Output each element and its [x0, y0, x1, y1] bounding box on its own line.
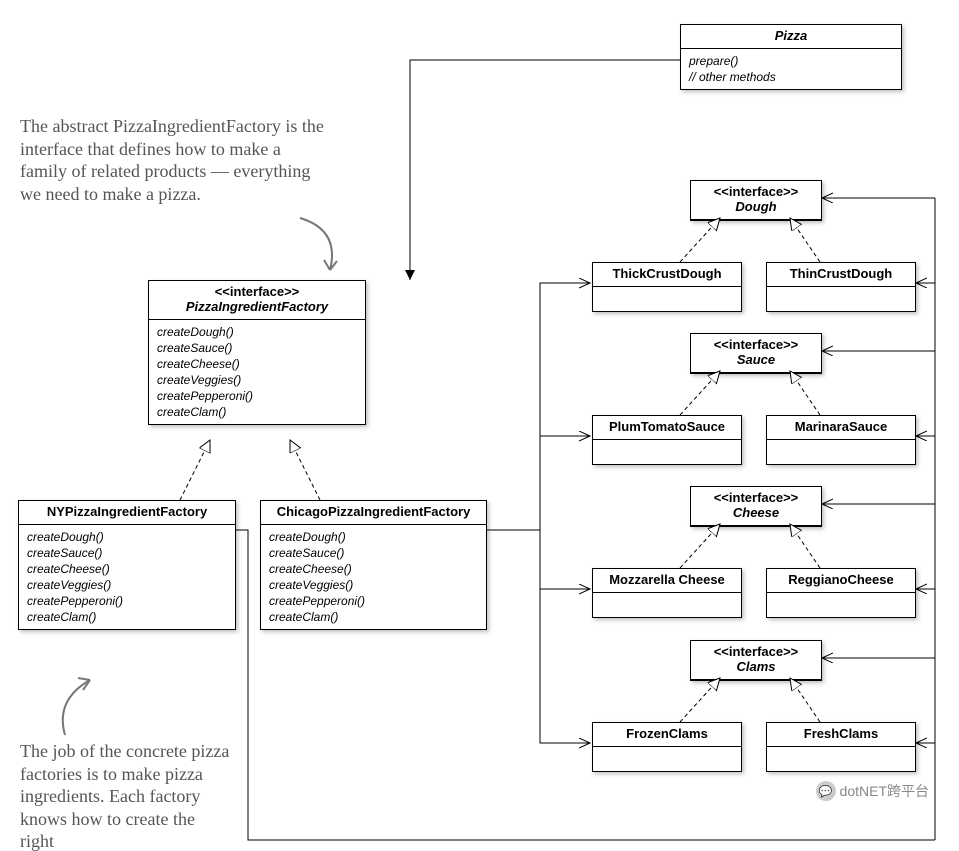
stereo: <<interface>> — [714, 337, 799, 352]
class-chi: ChicagoPizzaIngredientFactory createDoug… — [260, 500, 487, 630]
method: createDough() — [157, 324, 357, 340]
class-plum: PlumTomatoSauce — [592, 415, 742, 465]
class-ny-methods: createDough() createSauce() createCheese… — [19, 525, 235, 629]
class-pif-name: PizzaIngredientFactory — [186, 299, 328, 314]
class-pizza: Pizza prepare() // other methods — [680, 24, 902, 90]
method: createSauce() — [27, 545, 227, 561]
class-thick-name: ThickCrustDough — [612, 266, 721, 281]
class-ny: NYPizzaIngredientFactory createDough() c… — [18, 500, 236, 630]
stereo: <<interface>> — [215, 284, 300, 299]
class-froz: FrozenClams — [592, 722, 742, 772]
class-mari-name: MarinaraSauce — [795, 419, 888, 434]
class-ny-name: NYPizzaIngredientFactory — [47, 504, 207, 519]
class-thick: ThickCrustDough — [592, 262, 742, 312]
method: createCheese() — [157, 356, 357, 372]
method: createDough() — [27, 529, 227, 545]
class-pizza-name: Pizza — [775, 28, 808, 43]
class-cheese: <<interface>> Cheese — [690, 486, 822, 527]
watermark: 💬 dotNET跨平台 — [816, 781, 929, 801]
stereo: <<interface>> — [714, 490, 799, 505]
method: prepare() — [689, 53, 893, 69]
class-thin: ThinCrustDough — [766, 262, 916, 312]
method: createClam() — [269, 609, 478, 625]
class-cheese-name: Cheese — [733, 505, 779, 520]
method: createCheese() — [269, 561, 478, 577]
class-regg-name: ReggianoCheese — [788, 572, 893, 587]
diagram-canvas: The abstract PizzaIngredientFactory is t… — [0, 0, 959, 851]
class-regg: ReggianoCheese — [766, 568, 916, 618]
class-mozz-name: Mozzarella Cheese — [609, 572, 725, 587]
method: createVeggies() — [27, 577, 227, 593]
class-froz-name: FrozenClams — [626, 726, 708, 741]
class-fresh-name: FreshClams — [804, 726, 878, 741]
watermark-text: dotNET跨平台 — [840, 781, 929, 801]
class-pif: <<interface>> PizzaIngredientFactory cre… — [148, 280, 366, 425]
method: createClam() — [27, 609, 227, 625]
wechat-icon: 💬 — [816, 781, 836, 801]
class-pizza-methods: prepare() // other methods — [681, 49, 901, 89]
class-thin-name: ThinCrustDough — [790, 266, 893, 281]
class-dough-name: Dough — [735, 199, 776, 214]
class-pif-methods: createDough() createSauce() createCheese… — [149, 320, 365, 424]
class-clams-name: Clams — [736, 659, 775, 674]
method: createClam() — [157, 404, 357, 420]
class-dough: <<interface>> Dough — [690, 180, 822, 221]
class-sauce: <<interface>> Sauce — [690, 333, 822, 374]
method: createDough() — [269, 529, 478, 545]
method: createSauce() — [269, 545, 478, 561]
class-mari: MarinaraSauce — [766, 415, 916, 465]
class-clams: <<interface>> Clams — [690, 640, 822, 681]
method: createPepperoni() — [269, 593, 478, 609]
method: createCheese() — [27, 561, 227, 577]
note-abstract-factory: The abstract PizzaIngredientFactory is t… — [20, 115, 325, 205]
note-concrete-factories: The job of the concrete pizza factories … — [20, 740, 230, 851]
class-sauce-name: Sauce — [737, 352, 775, 367]
method: createPepperoni() — [27, 593, 227, 609]
stereo: <<interface>> — [714, 184, 799, 199]
class-mozz: Mozzarella Cheese — [592, 568, 742, 618]
method: createPepperoni() — [157, 388, 357, 404]
method: createVeggies() — [269, 577, 478, 593]
class-chi-name: ChicagoPizzaIngredientFactory — [277, 504, 471, 519]
method: // other methods — [689, 69, 893, 85]
class-chi-methods: createDough() createSauce() createCheese… — [261, 525, 486, 629]
class-plum-name: PlumTomatoSauce — [609, 419, 725, 434]
method: createSauce() — [157, 340, 357, 356]
class-fresh: FreshClams — [766, 722, 916, 772]
method: createVeggies() — [157, 372, 357, 388]
stereo: <<interface>> — [714, 644, 799, 659]
